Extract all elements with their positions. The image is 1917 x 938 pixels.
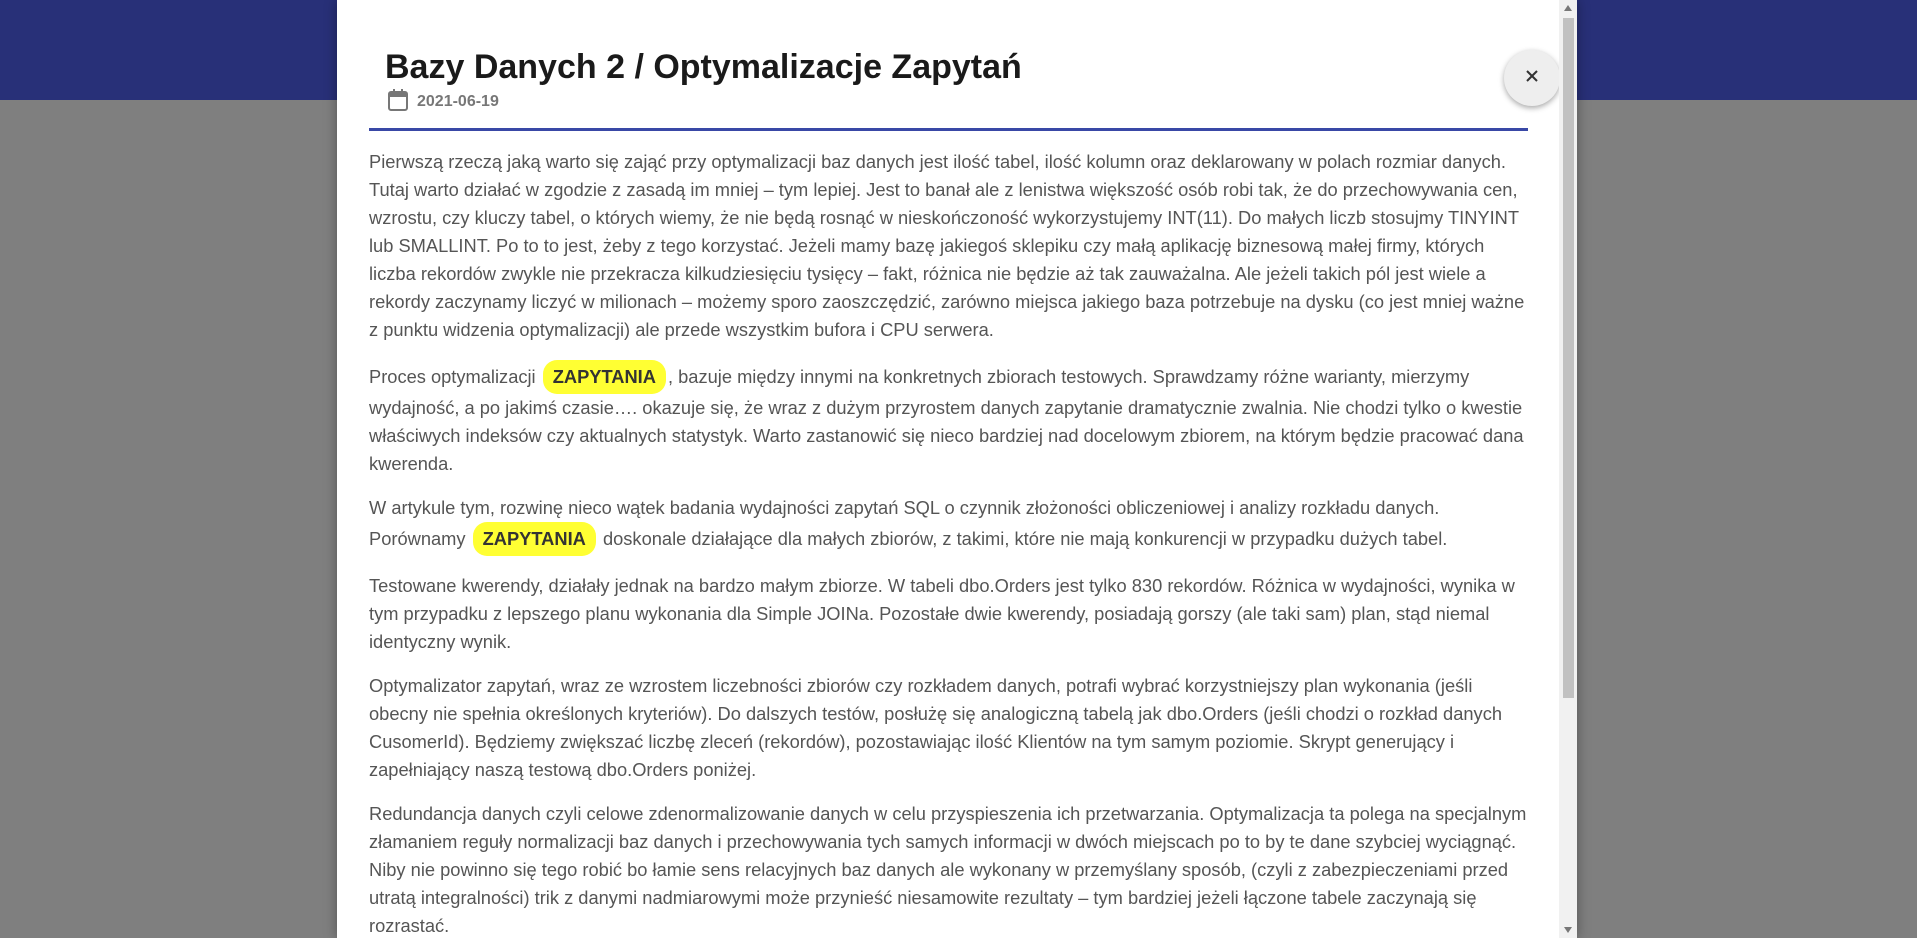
calendar-icon: [387, 88, 409, 117]
keyword-highlight-chip[interactable]: ZAPYTANIA: [542, 360, 666, 394]
close-icon: [1524, 68, 1540, 89]
publish-date: 2021-06-19: [417, 93, 499, 110]
scroll-down-arrow-icon[interactable]: [1559, 922, 1577, 938]
paragraph: Optymalizator zapytań, wraz ze wzrostem …: [369, 675, 1503, 780]
paragraph-text: doskonale działające dla małych zbiorów,…: [597, 528, 1448, 549]
scroll-up-arrow-icon[interactable]: [1559, 0, 1577, 16]
dialog-title: Bazy Danych 2 / Optymalizacje Zapytań: [385, 48, 1022, 86]
paragraph: W artykule tym, rozwinę nieco wątek bada…: [369, 494, 1528, 556]
date-row: 2021-06-19: [387, 88, 499, 117]
paragraph: Testowane kwerendy, działały jednak na b…: [369, 575, 1515, 652]
close-button[interactable]: [1504, 50, 1560, 106]
paragraph: Pierwszą rzeczą jaką warto się zająć prz…: [369, 151, 1525, 340]
keyword-highlight-chip[interactable]: ZAPYTANIA: [472, 522, 596, 556]
article-dialog: Bazy Danych 2 / Optymalizacje Zapytań 20…: [337, 0, 1577, 938]
article-content: Pierwszą rzeczą jaką warto się zająć prz…: [369, 148, 1528, 938]
scrollbar-thumb[interactable]: [1563, 18, 1574, 698]
paragraph: Redundancja danych czyli celowe zdenorma…: [369, 803, 1527, 936]
vertical-scrollbar[interactable]: [1559, 0, 1577, 938]
paragraph-text: Proces optymalizacji: [369, 366, 541, 387]
paragraph: Proces optymalizacji ZAPYTANIA, bazuje m…: [369, 360, 1528, 478]
title-divider: [369, 128, 1528, 131]
